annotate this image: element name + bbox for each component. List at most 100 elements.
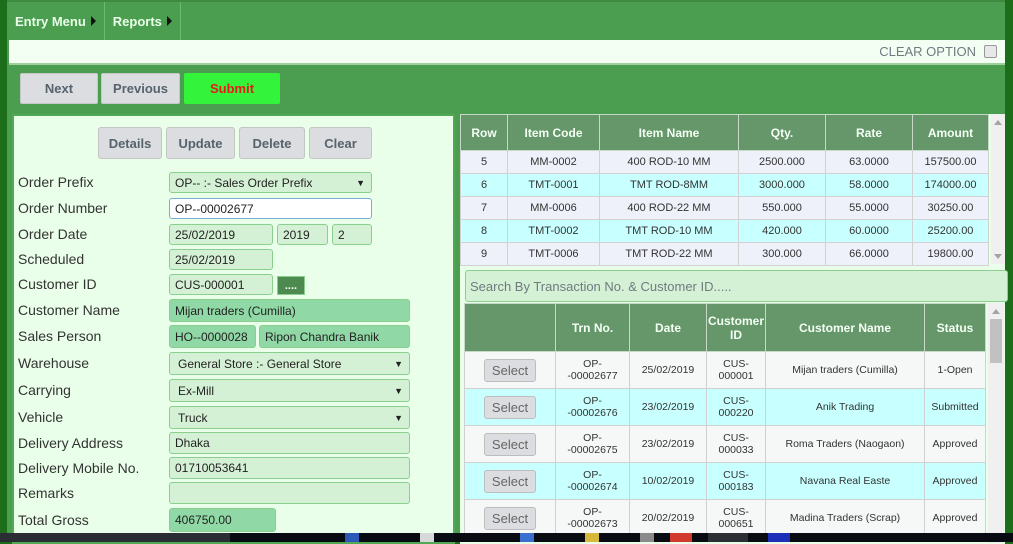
details-button[interactable]: Details	[98, 127, 162, 159]
scheduled-input[interactable]: 25/02/2019	[169, 249, 273, 270]
order-row: Select OP- -00002675 23/02/2019 CUS- 000033 Ro…	[464, 425, 986, 463]
delivery-mobile-row: Delivery Mobile No.	[18, 457, 168, 479]
delivery-address-input[interactable]: Dhaka	[169, 432, 410, 454]
order-search-input[interactable]: Search By Transaction No. & Customer ID.…	[465, 270, 1008, 302]
col-rate: Rate	[825, 114, 913, 151]
customer-name-input[interactable]: Mijan traders (Cumilla)	[169, 299, 410, 322]
vehicle-value: Truck	[178, 410, 208, 425]
order-number-input[interactable]: OP--00002677	[169, 198, 372, 219]
sales-person-label: Sales Person	[18, 328, 102, 344]
caret-right-icon	[166, 16, 172, 26]
orders-scrollbar[interactable]	[988, 303, 1004, 543]
col-date: Date	[629, 303, 707, 352]
col-trn-no: Trn No.	[555, 303, 630, 352]
taskbar-app-icon[interactable]	[345, 533, 359, 542]
order-year-input[interactable]: 2019	[277, 224, 328, 245]
order-number-label: Order Number	[18, 200, 108, 216]
remarks-input[interactable]	[169, 482, 410, 504]
remarks-row: Remarks	[18, 482, 168, 504]
clear-option-checkbox[interactable]	[984, 45, 997, 58]
customer-id-input[interactable]: CUS-000001	[169, 274, 273, 295]
item-row[interactable]: 6 TMT-0001 TMT ROD-8MM 3000.000 58.0000 17400…	[460, 173, 989, 197]
item-row-number: 7	[460, 196, 508, 220]
app-window: Entry Menu Reports CLEAR OPTION Next Pre…	[7, 0, 1008, 544]
order-prefix-select[interactable]: OP-- :- Sales Order Prefix ▼	[169, 172, 372, 193]
sales-person-name-input[interactable]: Ripon Chandra Banik	[259, 325, 410, 348]
item-rate: 66.0000	[825, 242, 913, 266]
order-select-cell: Select	[464, 388, 556, 426]
top-menu-bar: Entry Menu Reports	[7, 0, 1005, 40]
items-scrollbar[interactable]	[991, 114, 1005, 264]
item-qty: 2500.000	[738, 150, 826, 174]
item-row[interactable]: 5 MM-0002 400 ROD-10 MM 2500.000 63.0000 1575…	[460, 150, 989, 174]
scrollbar-thumb[interactable]	[990, 319, 1002, 363]
taskbar-app-icon[interactable]	[585, 533, 599, 542]
dropdown-arrow-icon: ▼	[356, 177, 365, 188]
order-select-cell: Select	[464, 499, 556, 537]
item-code: TMT-0002	[507, 219, 600, 243]
item-qty: 550.000	[738, 196, 826, 220]
next-button[interactable]: Next	[20, 73, 98, 104]
item-name: 400 ROD-22 MM	[599, 196, 739, 220]
customer-id-row: Customer ID	[18, 273, 168, 295]
item-qty: 300.000	[738, 242, 826, 266]
scroll-up-icon[interactable]	[994, 120, 1002, 125]
item-row[interactable]: 8 TMT-0002 TMT ROD-10 MM 420.000 60.0000 2520…	[460, 219, 989, 243]
item-name: TMT ROD-22 MM	[599, 242, 739, 266]
sales-person-row: Sales Person	[18, 325, 168, 347]
taskbar-app-icon[interactable]	[520, 533, 534, 542]
menu-reports-label: Reports	[112, 13, 162, 29]
col-customer-id: Customer ID	[705, 303, 767, 352]
select-order-button[interactable]: Select	[483, 506, 537, 530]
update-button[interactable]: Update	[166, 127, 235, 159]
order-customer-id: CUS- 000651	[705, 499, 767, 537]
menu-reports[interactable]: Reports	[105, 2, 181, 40]
select-order-button[interactable]: Select	[483, 395, 537, 419]
form-action-buttons: Details Update Delete Clear	[98, 127, 372, 159]
col-status: Status	[924, 303, 986, 352]
scheduled-label: Scheduled	[18, 251, 85, 267]
customer-lookup-button[interactable]: ....	[277, 276, 305, 295]
select-order-button[interactable]: Select	[483, 358, 537, 382]
order-month-input[interactable]: 2	[332, 224, 372, 245]
item-amount: 157500.00	[912, 150, 989, 174]
delivery-mobile-input[interactable]: 01710053641	[169, 457, 410, 479]
order-row: Select OP- -00002677 25/02/2019 CUS- 000001 Mi…	[464, 351, 986, 389]
item-qty: 3000.000	[738, 173, 826, 197]
vehicle-select[interactable]: Truck ▼	[169, 406, 410, 429]
carrying-row: Carrying	[18, 379, 168, 401]
item-row[interactable]: 9 TMT-0006 TMT ROD-22 MM 300.000 66.0000 1980…	[460, 242, 989, 266]
order-customer-name: Madina Traders (Scrap)	[765, 499, 926, 537]
dropdown-arrow-icon: ▼	[394, 385, 403, 396]
carrying-select[interactable]: Ex-Mill ▼	[169, 379, 410, 402]
warehouse-label: Warehouse	[18, 355, 90, 371]
scroll-down-icon[interactable]	[994, 254, 1002, 259]
taskbar-app-icon[interactable]	[420, 533, 434, 542]
taskbar-app-icon[interactable]	[640, 533, 654, 542]
scroll-up-icon[interactable]	[992, 309, 1000, 314]
warehouse-row: Warehouse	[18, 352, 168, 374]
item-rate: 55.0000	[825, 196, 913, 220]
item-qty: 420.000	[738, 219, 826, 243]
menu-entry[interactable]: Entry Menu	[7, 2, 105, 40]
order-date-input[interactable]: 25/02/2019	[169, 224, 273, 245]
taskbar-search-area[interactable]	[0, 533, 230, 542]
sales-person-code-input[interactable]: HO--0000028	[169, 325, 256, 348]
item-code: MM-0006	[507, 196, 600, 220]
previous-button[interactable]: Previous	[101, 73, 180, 104]
select-order-button[interactable]: Select	[483, 469, 537, 493]
item-row[interactable]: 7 MM-0006 400 ROD-22 MM 550.000 55.0000 30250…	[460, 196, 989, 220]
warehouse-select[interactable]: General Store :- General Store ▼	[169, 352, 410, 375]
order-prefix-value: OP-- :- Sales Order Prefix	[175, 175, 313, 190]
taskbar-active-app[interactable]	[708, 533, 748, 542]
order-date-row: Order Date	[18, 223, 168, 245]
select-order-button[interactable]: Select	[483, 432, 537, 456]
taskbar-app-icon[interactable]	[768, 533, 790, 542]
order-row: Select OP- -00002673 20/02/2019 CUS- 000651 Ma…	[464, 499, 986, 537]
taskbar-app-icon[interactable]	[670, 533, 692, 542]
delete-button[interactable]: Delete	[239, 127, 305, 159]
item-rate: 63.0000	[825, 150, 913, 174]
item-row-number: 6	[460, 173, 508, 197]
submit-button[interactable]: Submit	[184, 73, 280, 104]
clear-button[interactable]: Clear	[309, 127, 372, 159]
